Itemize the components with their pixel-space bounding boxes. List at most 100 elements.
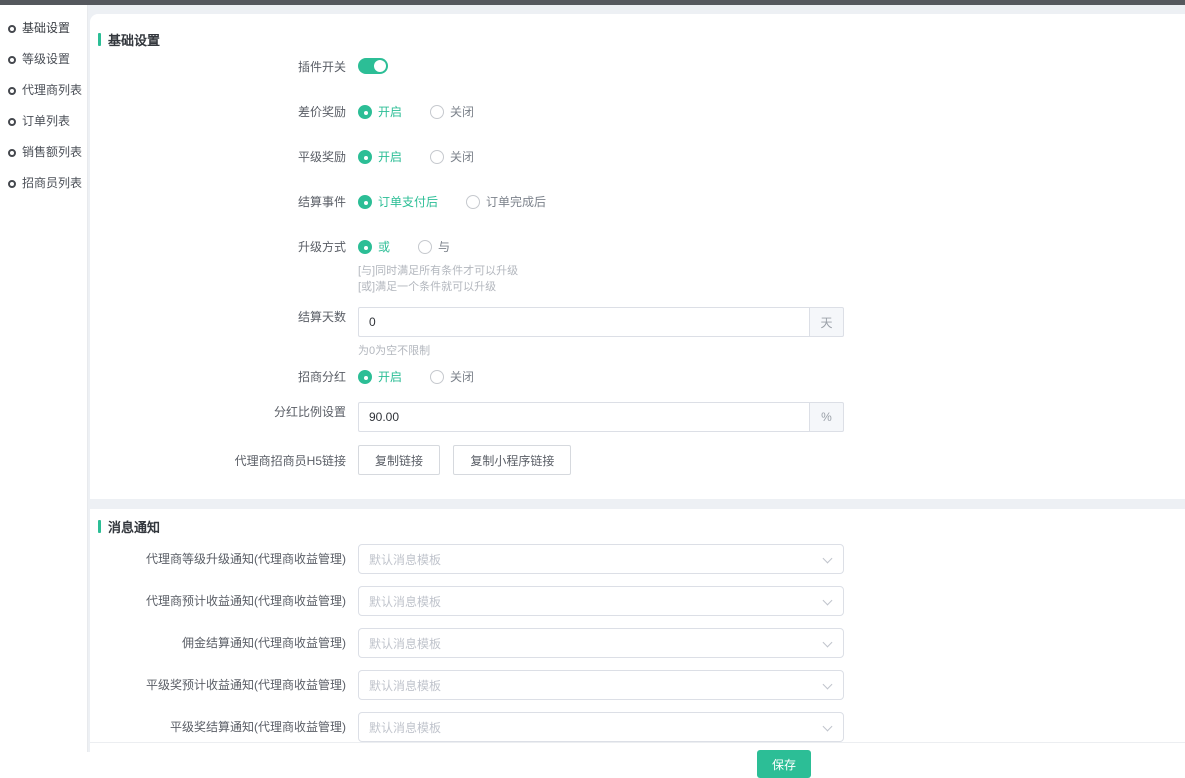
field-label: 插件开关: [98, 57, 346, 75]
notifications-card: 消息通知 代理商等级升级通知(代理商收益管理) 默认消息模板 代理商预计收益通知…: [90, 509, 1185, 742]
level-upgrade-notify-select[interactable]: 默认消息模板: [358, 544, 844, 574]
form-row-settle-event: 结算事件 订单支付后 订单完成后: [98, 192, 1161, 210]
copy-link-button[interactable]: 复制链接: [358, 445, 440, 475]
sidebar-item-sales-list[interactable]: 销售额列表: [0, 137, 87, 168]
radio-label: 开启: [378, 103, 402, 120]
radio-label: 或: [378, 238, 390, 255]
field-label: 平级奖励: [98, 147, 346, 165]
dividend-ratio-unit: %: [809, 402, 844, 432]
radio-peer-reward-off[interactable]: 关闭: [430, 148, 474, 165]
chevron-down-icon: [823, 638, 833, 648]
copy-miniprogram-link-button[interactable]: 复制小程序链接: [453, 445, 571, 475]
form-row-peer-expected-notify: 平级奖预计收益通知(代理商收益管理) 默认消息模板: [98, 670, 1161, 700]
radio-label: 与: [438, 238, 450, 255]
radio-recruit-dividend-on[interactable]: 开启: [358, 368, 402, 385]
main-content: 基础设置 插件开关 差价奖励 开启: [88, 5, 1185, 752]
form-row-price-reward: 差价奖励 开启 关闭: [98, 102, 1161, 120]
radio-icon: [430, 105, 444, 119]
circle-bullet-icon: [8, 180, 16, 188]
commission-settle-notify-select[interactable]: 默认消息模板: [358, 628, 844, 658]
section-title-basic: 基础设置: [98, 30, 1161, 49]
form-row-upgrade-mode: 升级方式 或 与 [与]同时满足所有条件才可以升级: [98, 237, 1161, 295]
form-row-peer-settle-notify: 平级奖结算通知(代理商收益管理) 默认消息模板: [98, 712, 1161, 742]
radio-icon: [358, 240, 372, 254]
field-label: 结算天数: [98, 307, 346, 359]
circle-bullet-icon: [8, 149, 16, 157]
settle-days-input[interactable]: [358, 307, 809, 337]
form-row-expected-income-notify: 代理商预计收益通知(代理商收益管理) 默认消息模板: [98, 586, 1161, 616]
dividend-ratio-input[interactable]: [358, 402, 809, 432]
save-button[interactable]: 保存: [757, 750, 811, 778]
form-row-dividend-ratio: 分红比例设置 %: [98, 402, 1161, 432]
radio-icon: [430, 370, 444, 384]
radio-icon: [430, 150, 444, 164]
radio-price-reward-off[interactable]: 关闭: [430, 103, 474, 120]
sidebar: 基础设置 等级设置 代理商列表 订单列表 销售额列表 招商员列表: [0, 5, 88, 752]
radio-upgrade-and[interactable]: 与: [418, 238, 450, 255]
settle-days-unit: 天: [809, 307, 844, 337]
radio-label: 订单完成后: [486, 193, 546, 210]
select-placeholder: 默认消息模板: [369, 635, 441, 652]
sidebar-item-order-list[interactable]: 订单列表: [0, 106, 87, 137]
radio-icon: [358, 150, 372, 164]
circle-bullet-icon: [8, 118, 16, 126]
sidebar-item-agent-list[interactable]: 代理商列表: [0, 75, 87, 106]
circle-bullet-icon: [8, 87, 16, 95]
form-row-commission-settle-notify: 佣金结算通知(代理商收益管理) 默认消息模板: [98, 628, 1161, 658]
form-footer: 保存: [90, 742, 1185, 778]
expected-income-notify-select[interactable]: 默认消息模板: [358, 586, 844, 616]
field-label: 平级奖结算通知(代理商收益管理): [98, 719, 346, 735]
form-row-recruit-dividend: 招商分红 开启 关闭: [98, 367, 1161, 385]
field-label: 代理商等级升级通知(代理商收益管理): [98, 551, 346, 567]
upgrade-mode-hint-or: [或]满足一个条件就可以升级: [358, 279, 518, 295]
field-label: 分红比例设置: [98, 402, 346, 432]
radio-icon: [358, 370, 372, 384]
circle-bullet-icon: [8, 56, 16, 64]
settle-days-hint: 为0为空不限制: [358, 343, 844, 359]
form-row-h5-link: 代理商招商员H5链接 复制链接 复制小程序链接: [98, 445, 1161, 475]
sidebar-item-level-settings[interactable]: 等级设置: [0, 44, 87, 75]
chevron-down-icon: [823, 680, 833, 690]
sidebar-item-label: 销售额列表: [22, 146, 82, 159]
form-row-peer-reward: 平级奖励 开启 关闭: [98, 147, 1161, 165]
toggle-knob: [374, 60, 386, 72]
title-accent-bar: [98, 520, 101, 533]
chevron-down-icon: [823, 596, 833, 606]
radio-icon: [358, 195, 372, 209]
peer-settle-notify-select[interactable]: 默认消息模板: [358, 712, 844, 742]
select-placeholder: 默认消息模板: [369, 719, 441, 736]
section-title-text: 基础设置: [108, 30, 160, 49]
select-placeholder: 默认消息模板: [369, 593, 441, 610]
title-accent-bar: [98, 33, 101, 46]
radio-icon: [358, 105, 372, 119]
radio-peer-reward-on[interactable]: 开启: [358, 148, 402, 165]
field-label: 结算事件: [98, 192, 346, 210]
field-label: 代理商预计收益通知(代理商收益管理): [98, 593, 346, 609]
chevron-down-icon: [823, 722, 833, 732]
sidebar-item-label: 基础设置: [22, 22, 70, 35]
radio-label: 关闭: [450, 103, 474, 120]
radio-settle-after-pay[interactable]: 订单支付后: [358, 193, 438, 210]
peer-expected-notify-select[interactable]: 默认消息模板: [358, 670, 844, 700]
sidebar-item-label: 订单列表: [22, 115, 70, 128]
radio-label: 关闭: [450, 148, 474, 165]
sidebar-item-basic-settings[interactable]: 基础设置: [0, 13, 87, 44]
radio-recruit-dividend-off[interactable]: 关闭: [430, 368, 474, 385]
field-label: 代理商招商员H5链接: [98, 445, 346, 475]
plugin-switch-toggle[interactable]: [358, 58, 388, 74]
sidebar-item-recruiter-list[interactable]: 招商员列表: [0, 168, 87, 199]
chevron-down-icon: [823, 554, 833, 564]
field-label: 升级方式: [98, 237, 346, 295]
radio-price-reward-on[interactable]: 开启: [358, 103, 402, 120]
radio-label: 开启: [378, 148, 402, 165]
field-label: 平级奖预计收益通知(代理商收益管理): [98, 677, 346, 693]
circle-bullet-icon: [8, 25, 16, 33]
select-placeholder: 默认消息模板: [369, 677, 441, 694]
radio-label: 订单支付后: [378, 193, 438, 210]
sidebar-item-label: 等级设置: [22, 53, 70, 66]
radio-settle-after-complete[interactable]: 订单完成后: [466, 193, 546, 210]
field-label: 招商分红: [98, 367, 346, 385]
radio-upgrade-or[interactable]: 或: [358, 238, 390, 255]
section-title-text: 消息通知: [108, 517, 160, 536]
section-title-notifications: 消息通知: [98, 517, 1161, 536]
